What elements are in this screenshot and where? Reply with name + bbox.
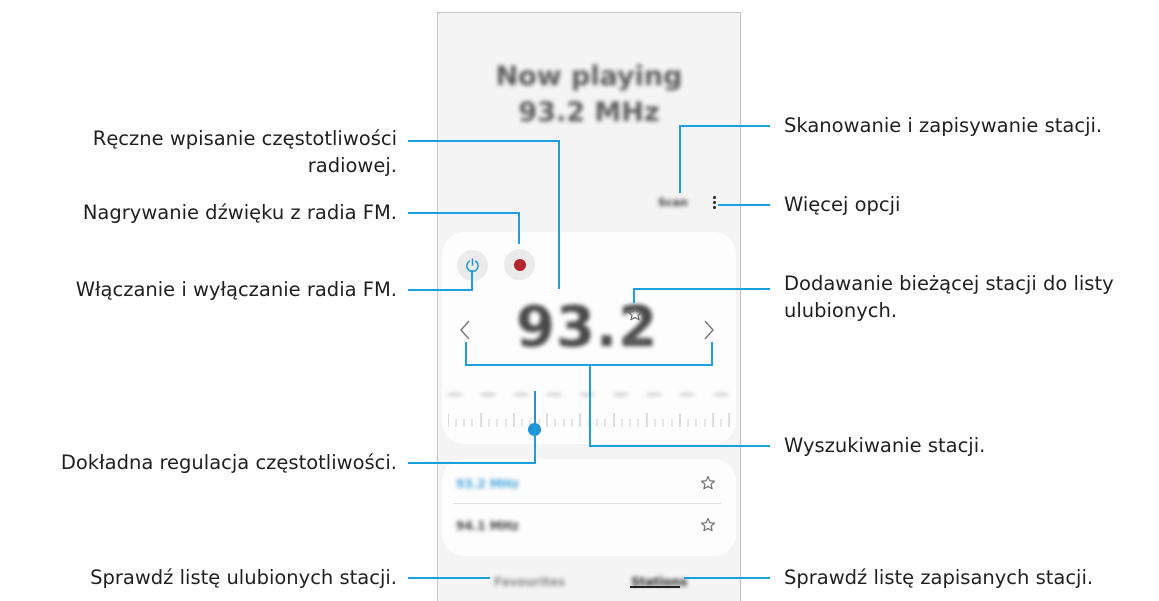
callout-text: ulubionych.: [784, 299, 898, 322]
now-playing-title: Now playing: [495, 61, 683, 92]
active-tab-indicator: [630, 586, 680, 588]
callout-text: Dodawanie bieżącej stacji do listy: [784, 272, 1114, 295]
scale-labels: [448, 393, 730, 403]
chevron-right-icon[interactable]: [703, 319, 715, 341]
callout-text: radiowej.: [307, 154, 397, 177]
chevron-left-icon[interactable]: [459, 319, 471, 341]
frequency-scale[interactable]: [448, 407, 730, 431]
phone-screen: Now playing 93.2 MHz Scan 93.2 MHz 93.2 …: [437, 12, 741, 601]
record-button[interactable]: [504, 249, 535, 280]
callout-check-saved: Sprawdź listę zapisanych stacji.: [784, 566, 1094, 589]
station-row[interactable]: 94.1 MHz: [456, 507, 718, 547]
frequency-unit: MHz: [624, 336, 646, 347]
station-name: 93.2 MHz: [456, 477, 519, 491]
station-name: 94.1 MHz: [456, 519, 519, 533]
bottom-tabs: Favourites Stations: [438, 575, 740, 601]
more-options-icon[interactable]: [709, 194, 719, 210]
frequency-display[interactable]: 93.2: [516, 295, 658, 360]
callout-power: Włączanie i wyłączanie radia FM.: [75, 278, 397, 301]
record-icon: [513, 258, 526, 271]
callout-more-options: Więcej opcji: [784, 193, 901, 216]
callout-search-station: Wyszukiwanie stacji.: [784, 434, 986, 457]
tab-favourites[interactable]: Favourites: [494, 575, 565, 589]
station-row[interactable]: 93.2 MHz: [456, 465, 718, 505]
favourite-star-icon[interactable]: [627, 306, 643, 322]
callout-scan-save: Skanowanie i zapisywanie stacji.: [784, 114, 1103, 137]
callout-check-favourites: Sprawdź listę ulubionych stacji.: [90, 566, 397, 589]
scan-button[interactable]: Scan: [658, 196, 688, 209]
star-icon[interactable]: [700, 517, 716, 533]
power-button[interactable]: [457, 250, 488, 281]
callout-fine-tune: Dokładna regulacja częstotliwości.: [60, 451, 397, 474]
callout-manual-frequency: Ręczne wpisanie częstotliwości radiowej.: [42, 125, 397, 179]
star-icon[interactable]: [700, 475, 716, 491]
now-playing-frequency: 93.2 MHz: [518, 97, 660, 128]
tuner-handle[interactable]: [528, 423, 541, 436]
callout-add-favourite: Dodawanie bieżącej stacji do listy ulubi…: [784, 270, 1114, 324]
list-divider: [453, 503, 721, 504]
power-icon: [466, 258, 479, 273]
callout-record: Nagrywanie dźwięku z radia FM.: [82, 201, 397, 224]
callout-text: Ręczne wpisanie częstotliwości: [92, 127, 397, 150]
